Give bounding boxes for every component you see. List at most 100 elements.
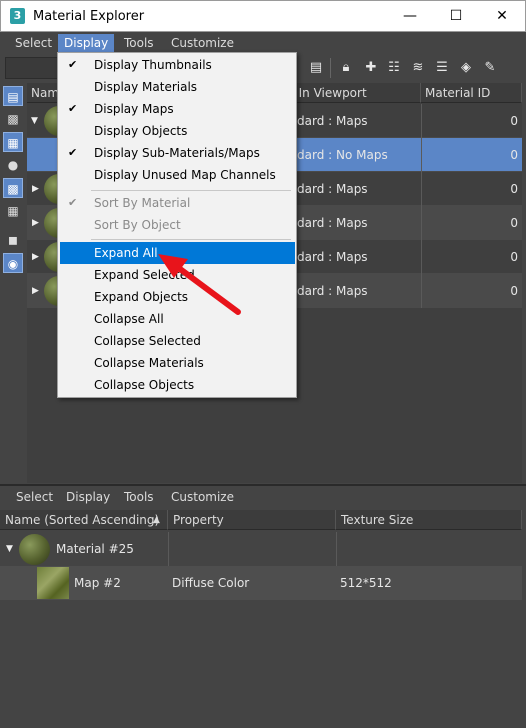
- menu-item-label: Display Objects: [94, 124, 188, 138]
- notes-icon[interactable]: ▤: [307, 59, 325, 77]
- menu-item-label: Sort By Material: [94, 196, 191, 210]
- column-show-in-viewport[interactable]: w In Viewport: [281, 83, 421, 103]
- menu-item-collapse-all[interactable]: Collapse All: [60, 308, 295, 330]
- panel-splitter[interactable]: [0, 484, 526, 486]
- spheres-icon[interactable]: ●: [3, 155, 23, 175]
- viewport-cell: dard : Maps: [297, 284, 368, 298]
- collapsed-arrow-icon[interactable]: ▶: [32, 252, 42, 262]
- expanded-arrow-icon[interactable]: ▼: [31, 116, 41, 126]
- maximize-button[interactable]: ☐: [433, 1, 479, 31]
- add-item-icon[interactable]: ✚: [362, 59, 380, 77]
- viewport-cell: dard : Maps: [297, 250, 368, 264]
- column-name-sorted[interactable]: Name (Sorted Ascending) ▲: [0, 510, 168, 530]
- material-id-cell: 0: [421, 172, 518, 206]
- menu-separator: [91, 190, 291, 191]
- pattern-icon[interactable]: ▩: [3, 178, 23, 198]
- tree-icon[interactable]: ☰: [433, 59, 451, 77]
- menu-item-display-maps[interactable]: ✔ Display Maps: [60, 98, 295, 120]
- minimize-button[interactable]: —: [387, 1, 433, 31]
- column-material-id[interactable]: Material ID: [421, 83, 522, 103]
- checkmark-icon: ✔: [68, 102, 78, 115]
- menu-select[interactable]: Select: [9, 34, 58, 52]
- menu-item-collapse-materials[interactable]: Collapse Materials: [60, 352, 295, 374]
- bottom-menu-tools[interactable]: Tools: [122, 489, 156, 505]
- checkmark-icon: ✔: [68, 58, 78, 71]
- column-property[interactable]: Property: [168, 510, 336, 530]
- menu-item-label: Sort By Object: [94, 218, 181, 232]
- cell-divider: [336, 532, 337, 566]
- menu-bar: Select Display Tools Customize: [0, 32, 526, 53]
- search-input[interactable]: [5, 57, 65, 79]
- table-row[interactable]: Map #2 Diffuse Color 512*512: [0, 566, 522, 600]
- table-row[interactable]: ▼ Material #25: [0, 532, 522, 566]
- menu-item-sort-by-object: Sort By Object: [60, 214, 295, 236]
- menu-item-expand-all[interactable]: Expand All: [60, 242, 295, 264]
- viewport-cell: dard : Maps: [297, 216, 368, 230]
- menu-tools[interactable]: Tools: [118, 34, 160, 52]
- menu-item-display-objects[interactable]: Display Objects: [60, 120, 295, 142]
- material-id-cell: 0: [421, 104, 518, 138]
- material-id-cell: 0: [421, 274, 518, 308]
- checker-icon[interactable]: ▩: [3, 109, 23, 129]
- menu-item-sort-by-material: ✔ Sort By Material: [60, 192, 295, 214]
- expanded-arrow-icon[interactable]: ▼: [6, 544, 16, 554]
- bottom-menu-display[interactable]: Display: [64, 489, 112, 505]
- collapsed-arrow-icon[interactable]: ▶: [32, 286, 42, 296]
- map-thumbnail: [37, 567, 69, 599]
- menu-item-collapse-objects[interactable]: Collapse Objects: [60, 374, 295, 396]
- title-bar: 3 Material Explorer — ☐ ✕: [0, 0, 526, 32]
- material-id-cell: 0: [421, 206, 518, 240]
- menu-item-label: Display Thumbnails: [94, 58, 212, 72]
- collapsed-arrow-icon[interactable]: ▶: [32, 218, 42, 228]
- checkmark-icon: ✔: [68, 196, 78, 209]
- menu-item-label: Collapse Objects: [94, 378, 195, 392]
- menu-item-label: Collapse Materials: [94, 356, 204, 370]
- column-name-label: Name (Sorted Ascending): [5, 513, 160, 527]
- app-icon: 3: [10, 8, 25, 24]
- menu-item-collapse-selected[interactable]: Collapse Selected: [60, 330, 295, 352]
- menu-item-label: Expand All: [94, 246, 158, 260]
- name-cell: Material #25: [56, 542, 134, 556]
- menu-item-label: Display Materials: [94, 80, 198, 94]
- menu-item-label: Display Sub-Materials/Maps: [94, 146, 260, 160]
- column-texture-size[interactable]: Texture Size: [336, 510, 522, 530]
- menu-display[interactable]: Display: [58, 34, 115, 52]
- stack-icon[interactable]: ≋: [409, 59, 427, 77]
- toolbar-separator: [330, 58, 331, 78]
- menu-item-display-sub-materials[interactable]: ✔ Display Sub-Materials/Maps: [60, 142, 295, 164]
- window-title: Material Explorer: [33, 9, 145, 24]
- close-button[interactable]: ✕: [479, 1, 525, 31]
- checkmark-icon: ✔: [68, 146, 78, 159]
- map-list: Name (Sorted Ascending) ▲ Property Textu…: [0, 510, 526, 728]
- menu-customize[interactable]: Customize: [165, 34, 240, 52]
- sort-ascending-icon: ▲: [153, 515, 160, 525]
- sphere-icon[interactable]: ◉: [3, 253, 23, 273]
- collapsed-arrow-icon[interactable]: ▶: [32, 184, 42, 194]
- property-cell: Diffuse Color: [172, 576, 250, 590]
- grid-icon[interactable]: ▦: [3, 132, 23, 152]
- hierarchy-icon[interactable]: ☷: [385, 59, 403, 77]
- bottom-menu-customize[interactable]: Customize: [169, 489, 236, 505]
- material-id-cell: 0: [421, 138, 518, 172]
- menu-item-display-unused-map-channels[interactable]: Display Unused Map Channels: [60, 164, 295, 186]
- cell-divider: [168, 532, 169, 566]
- menu-item-label: Collapse Selected: [94, 334, 201, 348]
- bottom-menu-select[interactable]: Select: [14, 489, 55, 505]
- material-thumbnail: [19, 534, 50, 565]
- menu-item-expand-selected[interactable]: Expand Selected: [60, 264, 295, 286]
- map-pin-icon[interactable]: ✎: [481, 59, 499, 77]
- menu-item-label: Expand Objects: [94, 290, 189, 304]
- cube-icon[interactable]: ◼: [3, 230, 23, 250]
- name-cell: Map #2: [74, 576, 121, 590]
- menu-item-label: Expand Selected: [94, 268, 195, 282]
- lock-icon[interactable]: 🔒︎: [337, 59, 355, 77]
- menu-item-display-thumbnails[interactable]: ✔ Display Thumbnails: [60, 54, 295, 76]
- material-id-cell: 0: [421, 240, 518, 274]
- texture-size-cell: 512*512: [340, 576, 392, 590]
- map-filter-icon[interactable]: ▦: [3, 201, 23, 221]
- menu-item-expand-objects[interactable]: Expand Objects: [60, 286, 295, 308]
- layers-icon[interactable]: ◈: [457, 59, 475, 77]
- menu-separator: [91, 239, 291, 240]
- menu-item-display-materials[interactable]: Display Materials: [60, 76, 295, 98]
- list-view-icon[interactable]: ▤: [3, 86, 23, 106]
